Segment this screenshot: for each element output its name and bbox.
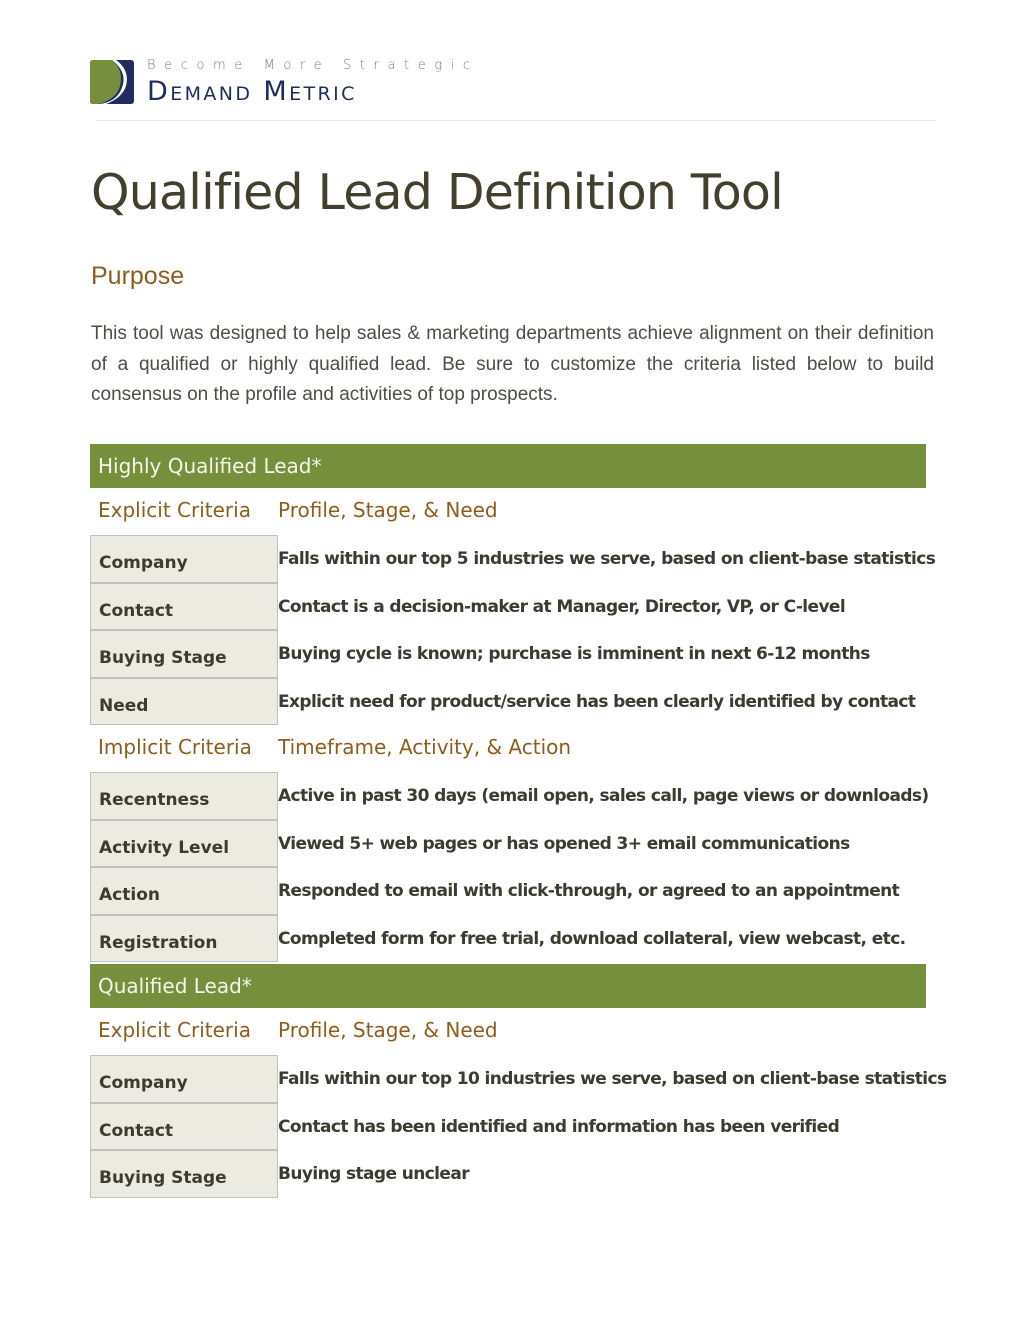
table-row: Contact Contact is a decision-maker at M… — [90, 582, 926, 630]
table-row: Company Falls within our top 5 industrie… — [90, 535, 936, 583]
section-title-band: Highly Qualified Lead* — [90, 444, 926, 488]
row-label: Contact — [90, 582, 278, 630]
highly-qualified-lead-section: Highly Qualified Lead* Explicit Criteria… — [90, 444, 936, 962]
table-row: Activity Level Viewed 5+ web pages or ha… — [90, 819, 926, 867]
row-label: Buying Stage — [90, 1150, 278, 1198]
table-row: Recentness Active in past 30 days (email… — [90, 772, 929, 820]
demand-metric-logo-icon — [90, 60, 134, 104]
row-value: Falls within our top 5 industries we ser… — [278, 549, 936, 569]
table-row: Action Responded to email with click-thr… — [90, 867, 926, 915]
page-title: Qualified Lead Definition Tool — [91, 164, 784, 221]
header-divider — [96, 120, 936, 121]
row-label: Recentness — [90, 772, 278, 820]
table-row: Registration Completed form for free tri… — [90, 914, 926, 962]
row-value: Contact is a decision-maker at Manager, … — [278, 596, 846, 617]
row-label: Activity Level — [90, 819, 278, 867]
purpose-heading: Purpose — [91, 262, 185, 290]
brand-name: Demand Metric — [147, 78, 357, 105]
table-row: Need Explicit need for product/service h… — [90, 677, 926, 725]
row-value: Explicit need for product/service has be… — [278, 691, 916, 712]
table-row: Contact Contact has been identified and … — [90, 1102, 926, 1150]
row-label: Need — [90, 677, 278, 725]
row-value: Viewed 5+ web pages or has opened 3+ ema… — [278, 833, 850, 854]
row-label: Company — [90, 1055, 278, 1103]
row-value: Falls within our top 10 industries we se… — [278, 1069, 947, 1089]
criteria-heading: Profile, Stage, & Need — [278, 1018, 498, 1042]
criteria-type: Explicit Criteria — [98, 1018, 251, 1042]
row-label: Action — [90, 867, 278, 915]
page-header: Become More Strategic Demand Metric — [90, 58, 490, 108]
criteria-header: Implicit Criteria Timeframe, Activity, &… — [90, 725, 926, 772]
row-label: Buying Stage — [90, 630, 278, 678]
row-value: Completed form for free trial, download … — [278, 928, 906, 949]
table-row: Buying Stage Buying stage unclear — [90, 1150, 926, 1198]
criteria-type: Explicit Criteria — [98, 498, 251, 522]
row-label: Company — [90, 535, 278, 583]
row-value: Buying stage unclear — [278, 1164, 470, 1184]
row-value: Buying cycle is known; purchase is immin… — [278, 644, 870, 664]
brand-second-word: Metric — [263, 76, 357, 107]
row-label: Contact — [90, 1102, 278, 1150]
section-title-band: Qualified Lead* — [90, 964, 926, 1008]
table-row: Company Falls within our top 10 industri… — [90, 1055, 947, 1103]
row-value: Contact has been identified and informat… — [278, 1116, 840, 1137]
row-value: Active in past 30 days (email open, sale… — [278, 786, 929, 806]
qualified-lead-section: Qualified Lead* Explicit Criteria Profil… — [90, 964, 947, 1198]
criteria-header: Explicit Criteria Profile, Stage, & Need — [90, 488, 926, 535]
tagline: Become More Strategic — [147, 58, 479, 73]
table-row: Buying Stage Buying cycle is known; purc… — [90, 630, 926, 678]
criteria-heading: Profile, Stage, & Need — [278, 498, 498, 522]
criteria-header: Explicit Criteria Profile, Stage, & Need — [90, 1008, 926, 1055]
purpose-body: This tool was designed to help sales & m… — [91, 323, 934, 405]
row-label: Registration — [90, 914, 278, 962]
row-value: Responded to email with click-through, o… — [278, 881, 900, 901]
criteria-type: Implicit Criteria — [98, 735, 252, 759]
criteria-heading: Timeframe, Activity, & Action — [278, 735, 572, 759]
brand-first-word: Demand — [147, 76, 253, 107]
